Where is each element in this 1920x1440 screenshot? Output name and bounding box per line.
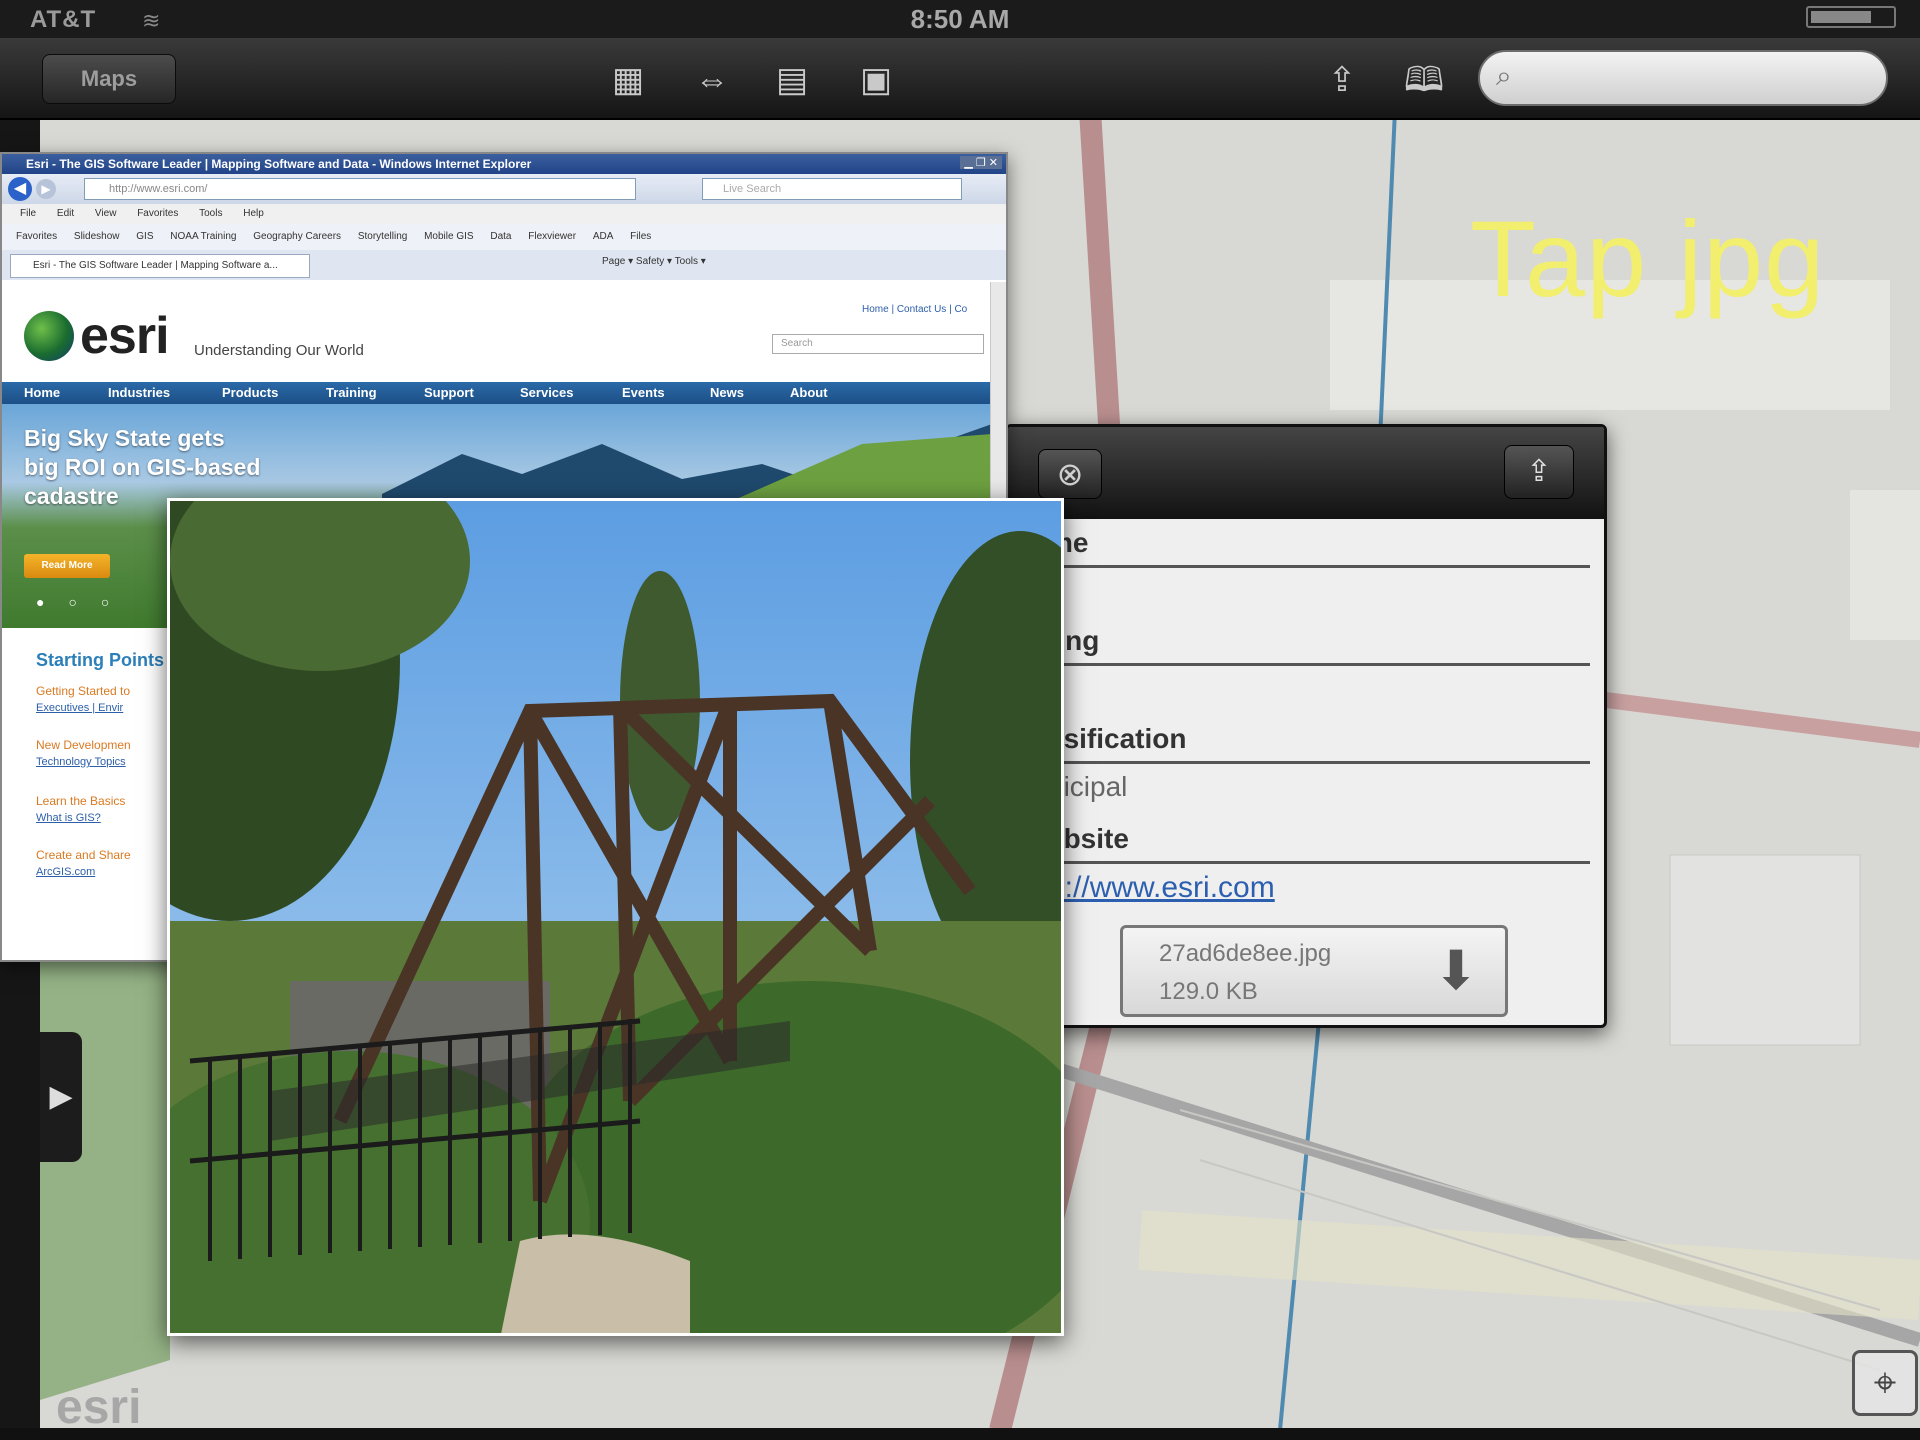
starting-point-link[interactable]: Executives | Envir bbox=[36, 702, 123, 714]
starting-point-link[interactable]: What is GIS? bbox=[36, 812, 101, 824]
nav-industries[interactable]: Industries bbox=[108, 382, 170, 404]
fav-item[interactable]: GIS bbox=[136, 224, 153, 250]
favorites-bar: Favorites Slideshow GIS NOAA Training Ge… bbox=[2, 224, 1006, 250]
nav-events[interactable]: Events bbox=[622, 382, 665, 404]
starting-point-item[interactable]: Create and Share bbox=[36, 848, 131, 862]
address-bar[interactable]: http://www.esri.com/ bbox=[84, 178, 636, 200]
instruction-caption: Tap jpg bbox=[1470, 198, 1826, 319]
fav-item[interactable]: Storytelling bbox=[358, 224, 407, 250]
attachment-photo[interactable] bbox=[167, 498, 1064, 1336]
starting-point-item[interactable]: Learn the Basics bbox=[36, 794, 125, 808]
hero-line: big ROI on GIS-based bbox=[24, 454, 261, 480]
menu-favorites[interactable]: Favorites bbox=[137, 204, 178, 224]
basemap-icon[interactable]: ▦ bbox=[602, 58, 654, 102]
browser-titlebar: Esri - The GIS Software Leader | Mapping… bbox=[2, 154, 1006, 174]
top-links[interactable]: Home | Contact Us | Co bbox=[862, 304, 967, 315]
layers-icon[interactable]: ▤ bbox=[766, 58, 818, 102]
tagline: Understanding Our World bbox=[194, 342, 364, 359]
close-popup-button[interactable]: ⊗ bbox=[1038, 449, 1102, 499]
fav-item[interactable]: Slideshow bbox=[74, 224, 120, 250]
ipad-screen: AT&T ≋ 8:50 AM Maps ▦ ⇔ ▤ ▣ ⇪ 🕮 ⌕ Tap jp… bbox=[0, 0, 1920, 1440]
popup-share-button[interactable]: ⇪ bbox=[1504, 445, 1574, 499]
fav-item[interactable]: NOAA Training bbox=[170, 224, 236, 250]
nav-home[interactable]: Home bbox=[24, 382, 60, 404]
chevron-right-icon: ▶ bbox=[49, 1080, 73, 1113]
close-icon: ⊗ bbox=[1056, 456, 1084, 492]
field-divider bbox=[1030, 565, 1590, 568]
attachment-item[interactable]: 27ad6de8ee.jpg 129.0 KB ⬇ bbox=[1120, 925, 1508, 1017]
clock: 8:50 AM bbox=[910, 4, 1010, 34]
starting-point-link[interactable]: Technology Topics bbox=[36, 756, 126, 768]
field-divider bbox=[1030, 663, 1590, 666]
starting-point-item[interactable]: Getting Started to bbox=[36, 684, 130, 698]
bridge-photo-image bbox=[170, 501, 1061, 1333]
attachment-size: 129.0 KB bbox=[1159, 978, 1258, 1005]
field-divider bbox=[1030, 761, 1590, 764]
window-controls[interactable]: ▁ ❐ ✕ bbox=[960, 156, 1002, 169]
esri-watermark: esri bbox=[56, 1381, 142, 1434]
fav-item[interactable]: ADA bbox=[593, 224, 614, 250]
search-input[interactable] bbox=[1536, 62, 1866, 96]
locate-button[interactable]: ⌖ bbox=[1852, 1350, 1918, 1416]
command-bar[interactable]: Page ▾ Safety ▾ Tools ▾ bbox=[602, 256, 706, 267]
read-more-button[interactable]: Read More bbox=[24, 554, 110, 578]
field-divider bbox=[1030, 861, 1590, 864]
search-bar[interactable]: ⌕ bbox=[1478, 50, 1888, 106]
menu-help[interactable]: Help bbox=[243, 204, 264, 224]
menu-edit[interactable]: Edit bbox=[57, 204, 74, 224]
nav-products[interactable]: Products bbox=[222, 382, 278, 404]
starting-point-item[interactable]: New Developmen bbox=[36, 738, 131, 752]
search-icon: ⌕ bbox=[1496, 60, 1512, 91]
bookmarks-icon[interactable]: 🕮 bbox=[1398, 58, 1450, 102]
menu-view[interactable]: View bbox=[95, 204, 117, 224]
crosshair-icon: ⌖ bbox=[1873, 1361, 1897, 1405]
fav-item[interactable]: Files bbox=[630, 224, 651, 250]
starting-point-link[interactable]: ArcGIS.com bbox=[36, 866, 95, 878]
feature-popup: ⊗ ⇪ me ting ssification nicipal ebsite p… bbox=[1005, 424, 1607, 1028]
download-arrow-icon[interactable]: ⬇ bbox=[1427, 936, 1485, 1006]
app-toolbar: Maps ▦ ⇔ ▤ ▣ ⇪ 🕮 ⌕ bbox=[0, 38, 1920, 120]
globe-icon bbox=[24, 311, 74, 361]
share-icon[interactable]: ⇪ bbox=[1316, 58, 1368, 102]
field-label-classification: ssification bbox=[1048, 723, 1187, 754]
gallery-icon[interactable]: ▣ bbox=[850, 58, 902, 102]
menu-bar: File Edit View Favorites Tools Help bbox=[2, 204, 1006, 224]
popup-header: ⊗ ⇪ bbox=[1008, 427, 1604, 519]
carousel-dots[interactable]: ●○○ bbox=[36, 594, 133, 610]
device-bezel-bottom bbox=[0, 1428, 1920, 1440]
browser-tab[interactable]: Esri - The GIS Software Leader | Mapping… bbox=[10, 254, 310, 278]
side-panel-handle[interactable]: ▶ bbox=[40, 1032, 82, 1162]
fav-item[interactable]: Data bbox=[490, 224, 511, 250]
fav-item[interactable]: Mobile GIS bbox=[424, 224, 473, 250]
nav-services[interactable]: Services bbox=[520, 382, 574, 404]
attachment-filename: 27ad6de8ee.jpg bbox=[1159, 940, 1332, 967]
status-bar: AT&T ≋ 8:50 AM bbox=[0, 0, 1920, 38]
battery-icon bbox=[1806, 6, 1896, 28]
site-search-input[interactable]: Search bbox=[772, 334, 984, 354]
back-button[interactable]: ◀ bbox=[8, 177, 32, 201]
starting-points-title: Starting Points bbox=[36, 650, 165, 670]
website-link[interactable]: p://www.esri.com bbox=[1048, 871, 1275, 905]
fav-item[interactable]: Geography Careers bbox=[253, 224, 341, 250]
fav-item[interactable]: Flexviewer bbox=[528, 224, 576, 250]
tab-strip: Esri - The GIS Software Leader | Mapping… bbox=[2, 250, 1006, 280]
nav-about[interactable]: About bbox=[790, 382, 828, 404]
forward-button[interactable]: ▶ bbox=[36, 179, 56, 199]
nav-training[interactable]: Training bbox=[326, 382, 377, 404]
site-nav: Home Industries Products Training Suppor… bbox=[2, 382, 992, 404]
logo-text: esri bbox=[80, 307, 170, 365]
hero-line: Big Sky State gets bbox=[24, 425, 225, 451]
share-icon: ⇪ bbox=[1526, 455, 1552, 488]
maps-button[interactable]: Maps bbox=[42, 54, 176, 104]
fav-item[interactable]: Favorites bbox=[16, 224, 57, 250]
address-row: ◀ ▶ http://www.esri.com/ Live Search bbox=[2, 174, 1006, 204]
esri-logo[interactable]: esri bbox=[24, 306, 170, 366]
menu-tools[interactable]: Tools bbox=[199, 204, 222, 224]
browser-search-input[interactable]: Live Search bbox=[702, 178, 962, 200]
measure-icon[interactable]: ⇔ bbox=[686, 58, 738, 102]
menu-file[interactable]: File bbox=[20, 204, 36, 224]
nav-news[interactable]: News bbox=[710, 382, 744, 404]
nav-support[interactable]: Support bbox=[424, 382, 474, 404]
